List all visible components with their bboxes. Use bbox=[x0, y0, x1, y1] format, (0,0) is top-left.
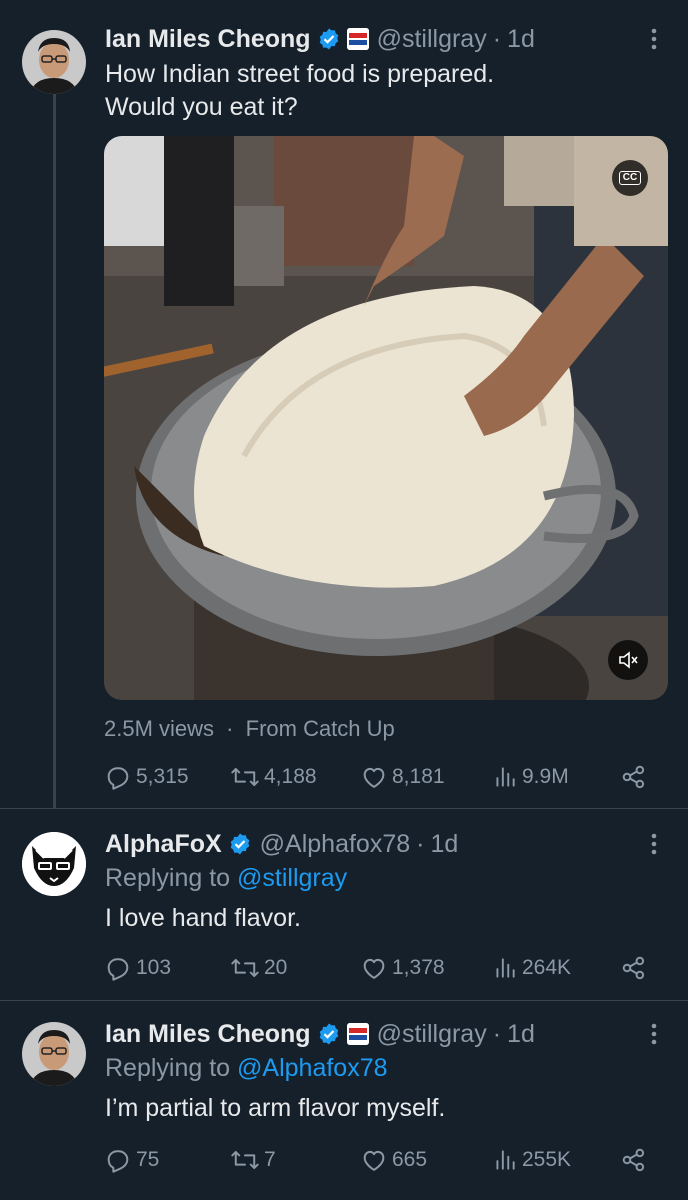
tweet-text-line: I’m partial to arm flavor myself. bbox=[105, 1094, 446, 1122]
like-button[interactable]: 1,378 bbox=[360, 950, 445, 986]
share-icon bbox=[622, 1148, 645, 1172]
cc-icon[interactable]: CC bbox=[612, 160, 648, 196]
views-icon bbox=[496, 958, 515, 978]
action-bar: 103 20 1,378 264K bbox=[104, 950, 664, 986]
tweet-header: Ian Miles Cheong @stillgray · 1d bbox=[105, 1014, 535, 1054]
share-icon bbox=[622, 956, 645, 980]
action-bar: 75 7 665 255K bbox=[104, 1142, 664, 1178]
separator: · bbox=[226, 716, 234, 741]
views-count: 264K bbox=[522, 956, 572, 979]
repost-count: 4,188 bbox=[264, 765, 317, 788]
more-icon[interactable] bbox=[642, 1014, 666, 1054]
action-bar: 5,315 4,188 8,181 9.9M bbox=[104, 759, 664, 795]
repost-count: 20 bbox=[264, 956, 288, 979]
like-icon bbox=[363, 958, 385, 979]
share-icon bbox=[622, 765, 645, 789]
like-count: 8,181 bbox=[392, 765, 445, 788]
source-text[interactable]: From Catch Up bbox=[246, 716, 395, 741]
video-player[interactable]: CC bbox=[104, 136, 668, 700]
reply-count: 75 bbox=[136, 1148, 160, 1171]
divider bbox=[0, 808, 688, 809]
tweet-header: AlphaFoX @Alphafox78 · 1d bbox=[105, 824, 458, 864]
replying-to-prefix: Replying to bbox=[105, 1054, 231, 1082]
reply-tweet[interactable]: AlphaFoX @Alphafox78 · 1d Replying to @s… bbox=[0, 824, 688, 1000]
affiliate-logo-icon bbox=[346, 1023, 369, 1045]
reply-icon bbox=[107, 767, 129, 790]
reply-tweet[interactable]: Ian Miles Cheong @stillgray · 1d Replyin… bbox=[0, 1014, 688, 1200]
separator: · bbox=[492, 24, 502, 53]
tweet-text: How Indian street food is prepared. Woul… bbox=[105, 58, 494, 124]
reply-count: 5,315 bbox=[136, 765, 189, 788]
separator: · bbox=[492, 1019, 502, 1048]
views-row: 2.5M views · From Catch Up bbox=[104, 716, 395, 742]
views-button[interactable]: 9.9M bbox=[492, 759, 569, 795]
main-tweet[interactable]: Ian Miles Cheong @stillgray · 1d How Ind… bbox=[0, 18, 688, 808]
handle[interactable]: @Alphafox78 bbox=[260, 830, 410, 859]
share-button[interactable] bbox=[620, 1142, 652, 1178]
avatar[interactable] bbox=[22, 1022, 86, 1086]
reply-button[interactable]: 5,315 bbox=[104, 759, 189, 795]
reply-icon bbox=[107, 958, 129, 981]
like-icon bbox=[363, 767, 385, 788]
display-name[interactable]: AlphaFoX bbox=[105, 830, 222, 859]
views-icon bbox=[496, 767, 515, 787]
repost-button[interactable]: 4,188 bbox=[230, 759, 317, 795]
repost-icon bbox=[231, 1150, 259, 1170]
repost-icon bbox=[231, 767, 259, 787]
timestamp[interactable]: 1d bbox=[430, 830, 458, 859]
reply-button[interactable]: 103 bbox=[104, 950, 171, 986]
like-button[interactable]: 665 bbox=[360, 1142, 427, 1178]
verified-badge-icon bbox=[317, 1022, 341, 1046]
repost-count: 7 bbox=[264, 1148, 276, 1171]
views-icon bbox=[496, 1150, 515, 1170]
reply-mention-link[interactable]: @Alphafox78 bbox=[237, 1054, 387, 1082]
tweet-text-line: How Indian street food is prepared. bbox=[105, 60, 495, 88]
display-name[interactable]: Ian Miles Cheong bbox=[105, 25, 311, 54]
divider bbox=[0, 1000, 688, 1001]
reply-mention-link[interactable]: @stillgray bbox=[237, 864, 347, 892]
avatar[interactable] bbox=[22, 832, 86, 896]
mute-icon[interactable] bbox=[608, 640, 648, 680]
handle[interactable]: @stillgray bbox=[377, 25, 487, 54]
repost-button[interactable]: 20 bbox=[230, 950, 287, 986]
replying-to-prefix: Replying to bbox=[105, 864, 231, 892]
like-count: 665 bbox=[392, 1148, 428, 1171]
tweet-text: I love hand flavor. bbox=[105, 902, 301, 935]
more-icon[interactable] bbox=[642, 824, 666, 864]
like-button[interactable]: 8,181 bbox=[360, 759, 445, 795]
timestamp[interactable]: 1d bbox=[507, 25, 535, 54]
display-name[interactable]: Ian Miles Cheong bbox=[105, 1020, 311, 1049]
timestamp[interactable]: 1d bbox=[507, 1020, 535, 1049]
reply-button[interactable]: 75 bbox=[104, 1142, 159, 1178]
views-button[interactable]: 255K bbox=[492, 1142, 571, 1178]
views-count: 255K bbox=[522, 1148, 572, 1171]
reply-icon bbox=[107, 1150, 129, 1173]
share-button[interactable] bbox=[620, 950, 652, 986]
reply-count: 103 bbox=[136, 956, 172, 979]
handle[interactable]: @stillgray bbox=[377, 1020, 487, 1049]
affiliate-logo-icon bbox=[346, 28, 369, 50]
tweet-text-line: Would you eat it? bbox=[105, 93, 298, 121]
thread-line bbox=[53, 90, 56, 808]
video-frame bbox=[104, 136, 668, 700]
verified-badge-icon bbox=[228, 832, 252, 856]
like-count: 1,378 bbox=[392, 956, 445, 979]
tweet-text: I’m partial to arm flavor myself. bbox=[105, 1092, 445, 1125]
more-icon[interactable] bbox=[642, 19, 666, 59]
views-button[interactable]: 264K bbox=[492, 950, 571, 986]
tweet-header: Ian Miles Cheong @stillgray · 1d bbox=[105, 19, 535, 59]
repost-icon bbox=[231, 958, 259, 978]
separator: · bbox=[416, 829, 425, 858]
like-icon bbox=[363, 1150, 385, 1171]
tweet-text-line: I love hand flavor. bbox=[105, 904, 301, 932]
view-count-text: 2.5M views bbox=[104, 716, 215, 741]
replying-to: Replying to @Alphafox78 bbox=[105, 1054, 388, 1083]
verified-badge-icon bbox=[317, 27, 341, 51]
views-count: 9.9M bbox=[522, 765, 569, 788]
avatar[interactable] bbox=[22, 30, 86, 94]
repost-button[interactable]: 7 bbox=[230, 1142, 276, 1178]
share-button[interactable] bbox=[620, 759, 652, 795]
replying-to: Replying to @stillgray bbox=[105, 864, 347, 893]
